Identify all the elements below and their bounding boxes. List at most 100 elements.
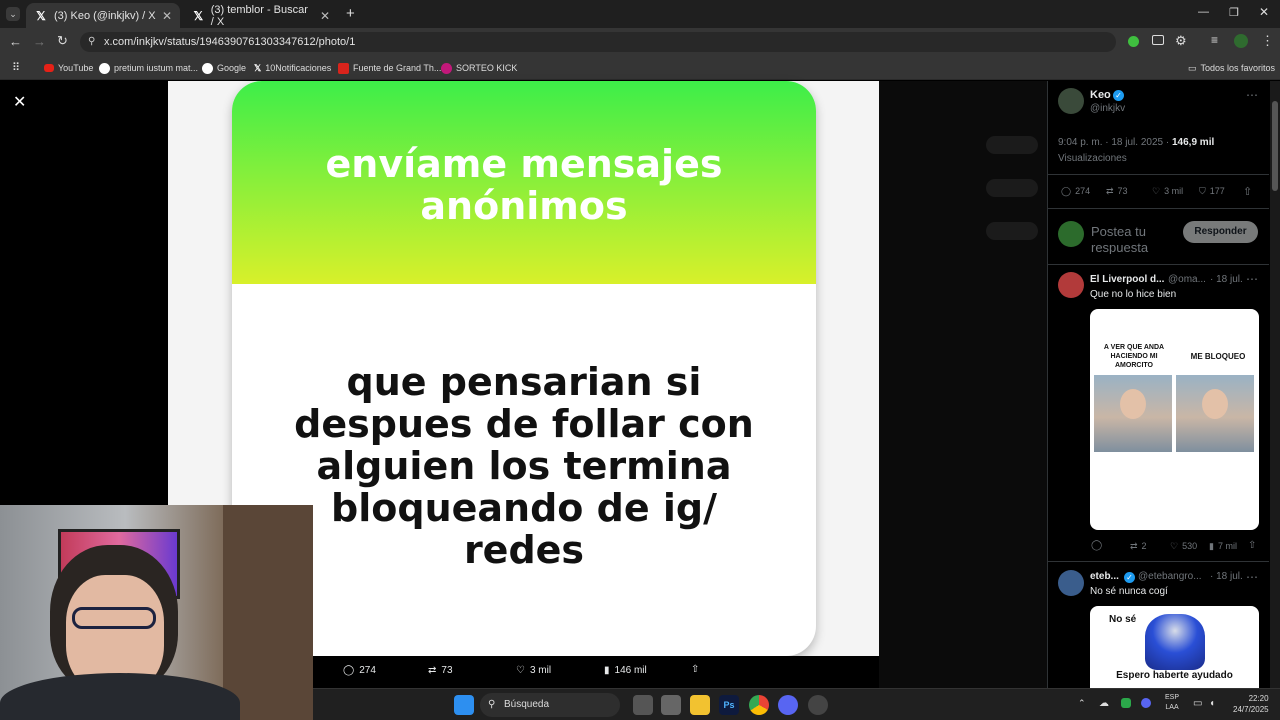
reply-text: Que no lo hice bien: [1090, 289, 1177, 300]
more-options-icon[interactable]: ⋯: [1246, 272, 1258, 286]
reply-repost-action[interactable]: ⇄ 2: [1130, 541, 1147, 552]
post-share-icon[interactable]: ⇧: [1243, 185, 1252, 198]
app-icon[interactable]: [661, 695, 681, 715]
reply-text: No sé nunca cogí: [1090, 586, 1168, 597]
extension-green-icon[interactable]: [1128, 36, 1139, 47]
author-handle[interactable]: @inkjkv: [1090, 103, 1125, 114]
reply-action[interactable]: ◯ 274: [343, 665, 376, 676]
meme-caption-bottom: Espero haberte ayudado: [1116, 670, 1233, 681]
reload-icon[interactable]: ↻: [57, 33, 68, 49]
close-viewer-icon[interactable]: ✕: [13, 92, 26, 112]
bookmark-google[interactable]: Google: [202, 60, 246, 76]
browser-menu-icon[interactable]: ⋮: [1261, 33, 1274, 49]
divider: [1047, 561, 1269, 562]
reply-date[interactable]: · 18 jul.: [1210, 571, 1243, 582]
scrollbar[interactable]: [1270, 81, 1280, 688]
language-indicator[interactable]: ESP LAA: [1165, 693, 1179, 713]
reply-avatar[interactable]: [1058, 570, 1084, 596]
reply-avatar[interactable]: [1058, 272, 1084, 298]
bookmark-gta-font[interactable]: Fuente de Grand Th...: [338, 60, 441, 76]
onedrive-icon[interactable]: ☁: [1099, 698, 1109, 709]
views-action[interactable]: ▮ 146 mil: [604, 665, 647, 676]
file-explorer-icon[interactable]: [690, 695, 710, 715]
post-views-label: Visualizaciones: [1058, 153, 1127, 164]
reply-meme-image[interactable]: A VER QUE ANDA HACIENDO MI AMORCITO ME B…: [1090, 309, 1259, 530]
meme-figure: [1145, 614, 1205, 670]
bookmark-sorteo-kick[interactable]: SORTEO KICK: [441, 60, 517, 76]
reply-author-handle[interactable]: @oma...: [1168, 274, 1206, 285]
close-window-icon[interactable]: ✕: [1259, 5, 1269, 19]
profile-avatar[interactable]: [1234, 34, 1248, 48]
back-icon[interactable]: ←: [9, 34, 22, 49]
obs-icon[interactable]: [808, 695, 828, 715]
share-action[interactable]: ⇧: [691, 664, 699, 675]
reply-author-name[interactable]: eteb...: [1090, 571, 1119, 582]
kick-icon: [441, 62, 452, 74]
extensions-puzzle-icon[interactable]: ⚙: [1175, 33, 1187, 49]
like-action[interactable]: ♡ 3 mil: [516, 665, 551, 676]
bookmark-pretium[interactable]: pretium iustum mat...: [99, 60, 198, 76]
reply-date[interactable]: · 18 jul.: [1210, 274, 1243, 285]
close-tab-icon[interactable]: ✕: [320, 9, 330, 23]
post-repost-action[interactable]: ⇄ 73: [1106, 186, 1128, 197]
heart-icon: ♡: [1170, 541, 1179, 551]
repost-count: 73: [1117, 186, 1128, 196]
tray-app-icon[interactable]: [1121, 698, 1131, 708]
bookmark-notifications[interactable]: 𝕏 10Notificaciones: [254, 60, 331, 76]
minimize-icon[interactable]: —: [1198, 6, 1209, 18]
photoshop-icon[interactable]: Ps: [719, 695, 739, 715]
address-bar[interactable]: ⚲ x.com/inkjkv/status/194639076130334761…: [80, 32, 1116, 52]
network-icon[interactable]: ▭: [1193, 698, 1202, 709]
more-options-icon[interactable]: ⋯: [1246, 88, 1258, 102]
tab-keo[interactable]: 𝕏 (3) Keo (@inkjkv) / X ✕: [26, 3, 180, 28]
post-bookmark-action[interactable]: ⛉ 177: [1199, 186, 1225, 197]
reply-author-name[interactable]: El Liverpool d...: [1090, 274, 1164, 285]
site-info-icon[interactable]: ⚲: [88, 32, 95, 52]
restore-icon[interactable]: ❐: [1229, 6, 1239, 19]
close-tab-icon[interactable]: ✕: [162, 9, 172, 23]
clock[interactable]: 22:20 24/7/2025: [1233, 693, 1269, 715]
windows-start-icon[interactable]: [454, 695, 474, 715]
bookmarks-bar: ⠿ YouTube pretium iustum mat... Google 𝕏…: [0, 56, 1280, 80]
reply-like-action[interactable]: ♡ 530: [1170, 541, 1197, 552]
google-icon: [202, 62, 213, 74]
volume-icon[interactable]: ◖: [1209, 698, 1215, 709]
task-view-icon[interactable]: [633, 695, 653, 715]
post-timestamp[interactable]: 9:04 p. m. · 18 jul. 2025 ·: [1058, 137, 1169, 148]
reply-comment-icon[interactable]: ◯: [1091, 540, 1102, 551]
discord-icon[interactable]: [778, 695, 798, 715]
media-controls-icon[interactable]: ≡: [1211, 33, 1218, 47]
more-options-icon[interactable]: ⋯: [1246, 570, 1258, 584]
tab-search-chevron-icon[interactable]: ⌄: [6, 7, 20, 21]
reply-author-handle[interactable]: @etebangro...: [1138, 571, 1202, 582]
ghost-pill: [986, 179, 1038, 197]
reply-input[interactable]: Postea tu respuesta: [1091, 224, 1171, 254]
reply-meme-image[interactable]: No sé Espero haberte ayudado: [1090, 606, 1259, 688]
respond-button[interactable]: Responder: [1183, 221, 1258, 243]
author-name[interactable]: Keo: [1090, 89, 1111, 101]
divider: [1047, 174, 1269, 175]
bookmark-youtube[interactable]: YouTube: [44, 60, 93, 76]
chrome-icon[interactable]: [749, 695, 769, 715]
apps-grid-icon[interactable]: ⠿: [12, 61, 20, 74]
tab-temblor[interactable]: 𝕏 (3) temblor - Buscar / X ✕: [184, 3, 338, 28]
tray-discord-icon[interactable]: [1141, 698, 1151, 708]
reply-count: 274: [359, 665, 376, 676]
all-bookmarks[interactable]: ▭ Todos los favoritos: [1188, 60, 1275, 76]
forward-icon[interactable]: →: [33, 34, 46, 49]
post-reply-action[interactable]: ◯ 274: [1061, 186, 1090, 197]
reply-views-action[interactable]: ▮ 7 mil: [1209, 541, 1237, 552]
post-like-action[interactable]: ♡ 3 mil: [1152, 186, 1183, 197]
author-avatar[interactable]: [1058, 88, 1084, 114]
taskbar-search[interactable]: ⚲ Búsqueda: [480, 693, 620, 717]
tray-chevron-icon[interactable]: ⌃: [1078, 698, 1086, 709]
scrollbar-thumb[interactable]: [1272, 101, 1278, 191]
google-icon: [99, 62, 110, 74]
bookmark-label: 10Notificaciones: [265, 63, 332, 73]
search-icon: ⚲: [488, 699, 496, 710]
repost-action[interactable]: ⇄ 73: [428, 665, 453, 676]
reply-share-icon[interactable]: ⇧: [1248, 540, 1256, 551]
user-avatar: [1058, 221, 1084, 247]
extension-card-icon[interactable]: [1152, 35, 1164, 45]
new-tab-icon[interactable]: +: [346, 5, 355, 22]
